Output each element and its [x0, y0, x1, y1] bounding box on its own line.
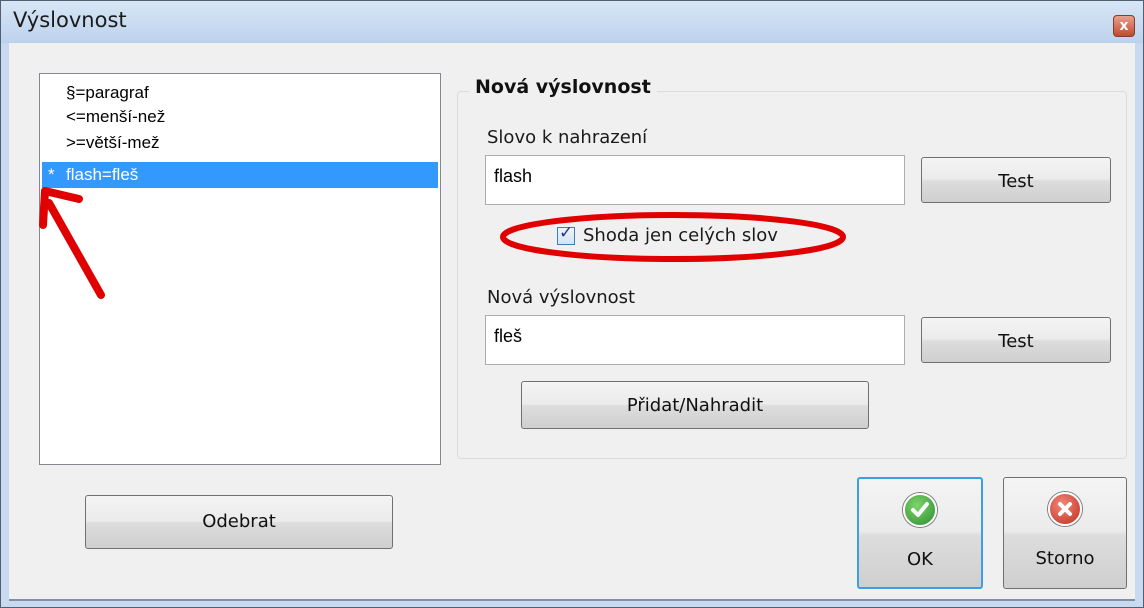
test-word-button[interactable]: Test — [921, 157, 1111, 203]
list-item[interactable]: §=paragraf — [42, 80, 438, 106]
cancel-button[interactable]: Storno — [1003, 477, 1127, 589]
group-title: Nová výslovnost — [469, 76, 657, 98]
add-replace-button[interactable]: Přidat/Nahradit — [521, 381, 869, 429]
remove-button-label: Odebrat — [202, 511, 276, 532]
word-to-replace-input[interactable]: flash — [485, 155, 905, 205]
test-pronunciation-button[interactable]: Test — [921, 317, 1111, 363]
list-item[interactable]: >=větší-mež — [42, 130, 438, 156]
cancel-icon — [1048, 492, 1082, 526]
dialog-client: §=paragraf <=menší-než >=větší-mež * flas… — [9, 43, 1135, 601]
annotation-arrow — [39, 187, 105, 299]
cancel-button-label: Storno — [1035, 548, 1095, 569]
test-pronunciation-button-label: Test — [998, 331, 1034, 352]
ok-button[interactable]: OK — [857, 477, 983, 589]
close-icon: x — [1119, 18, 1129, 34]
list-item-label: >=větší-mež — [66, 133, 160, 152]
close-button[interactable]: x — [1113, 15, 1135, 37]
pronunciation-dialog: Výslovnost x §=paragraf <=menší-než >=vě… — [0, 0, 1144, 608]
new-pronunciation-input[interactable]: fleš — [485, 315, 905, 365]
remove-button[interactable]: Odebrat — [85, 495, 393, 549]
test-word-button-label: Test — [998, 171, 1034, 192]
add-replace-button-label: Přidat/Nahradit — [626, 395, 764, 416]
new-pronunciation-label: Nová výslovnost — [487, 287, 636, 308]
word-to-replace-label: Slovo k nahrazení — [487, 127, 648, 148]
check-icon — [903, 493, 937, 527]
list-item-label: §=paragraf — [66, 83, 149, 102]
list-item[interactable]: <=menší-než — [42, 104, 438, 130]
title-bar[interactable]: Výslovnost x — [1, 1, 1143, 43]
annotation-ellipse — [500, 212, 846, 262]
window-title: Výslovnost — [13, 8, 127, 32]
list-item-label: <=menší-než — [66, 107, 166, 126]
ok-button-label: OK — [907, 549, 933, 570]
